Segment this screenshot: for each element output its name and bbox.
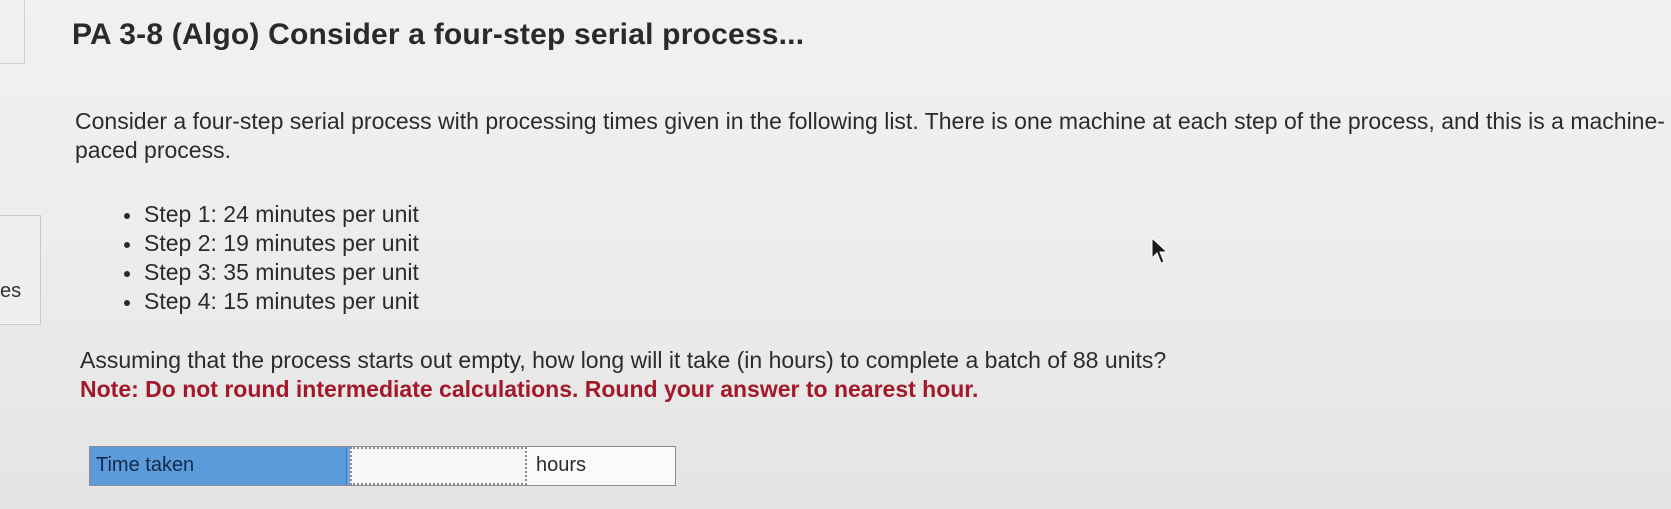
answer-label: Time taken [90, 447, 347, 485]
left-panel-top-tab [0, 0, 25, 64]
list-item: Step 1: 24 minutes per unit [122, 200, 419, 229]
steps-list: Step 1: 24 minutes per unit Step 2: 19 m… [122, 200, 419, 316]
question-title: PA 3-8 (Algo) Consider a four-step seria… [72, 18, 805, 51]
question-intro: Consider a four-step serial process with… [75, 108, 1665, 163]
mouse-pointer-icon [1151, 237, 1169, 264]
answer-unit: hours [536, 454, 587, 476]
list-item: Step 4: 15 minutes per unit [122, 287, 419, 316]
list-item: Step 2: 19 minutes per unit [122, 229, 419, 258]
question-prompt: Assuming that the process starts out emp… [80, 347, 1167, 373]
list-item: Step 3: 35 minutes per unit [122, 258, 419, 287]
question-note: Note: Do not round intermediate calculat… [80, 376, 979, 402]
left-side-panel[interactable] [0, 215, 41, 325]
left-panel-label: es [0, 280, 22, 302]
time-taken-input[interactable] [350, 447, 527, 485]
answer-row: Time taken hours [89, 446, 676, 486]
